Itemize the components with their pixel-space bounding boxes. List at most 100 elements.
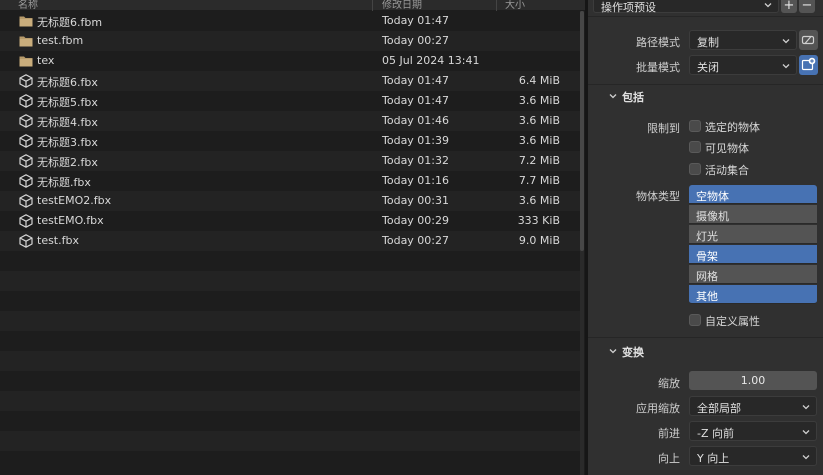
file-list-header: 名称 修改日期 大小 — [0, 0, 585, 11]
file-browser: 名称 修改日期 大小 无标题6.fbm Today 01:47 test.fbm To… — [0, 0, 585, 475]
empty-type-toggle[interactable]: 空物体 — [689, 185, 817, 204]
apply-scaling-dropdown[interactable]: 全部局部 — [689, 396, 817, 416]
include-section-header[interactable]: 包括 — [588, 86, 823, 106]
armature-type-toggle[interactable]: 骨架 — [689, 245, 817, 264]
file-row[interactable]: test.fbx Today 00:27 9.0 MiB — [0, 231, 580, 251]
scale-field[interactable]: 1.00 — [689, 371, 817, 390]
file-name: 无标题4.fbx — [37, 116, 98, 129]
apply-scaling-value: 全部局部 — [697, 402, 741, 415]
file-date: Today 00:31 — [382, 194, 450, 207]
file-row[interactable]: test.fbm Today 00:27 — [0, 31, 580, 51]
file-list-scrollbar[interactable] — [580, 11, 584, 475]
chevron-down-icon — [802, 455, 810, 460]
file-date: Today 01:32 — [382, 154, 450, 167]
file-name: 无标题5.fbx — [37, 96, 98, 109]
file-date: Today 01:47 — [382, 14, 450, 27]
up-axis-dropdown[interactable]: Y 向上 — [689, 446, 817, 466]
file-size: 7.2 MiB — [518, 154, 560, 167]
forward-axis-dropdown[interactable]: -Z 向前 — [689, 421, 817, 441]
file-date: Today 01:46 — [382, 114, 450, 127]
file-row[interactable]: 无标题3.fbx Today 01:39 3.6 MiB — [0, 131, 580, 151]
cube-icon — [18, 233, 34, 249]
file-date: Today 01:47 — [382, 74, 450, 87]
include-section-title: 包括 — [622, 91, 644, 104]
embed-icon — [801, 35, 815, 45]
add-preset-button[interactable]: + — [781, 0, 797, 13]
chevron-down-icon — [802, 405, 810, 410]
file-size: 3.6 MiB — [518, 134, 560, 147]
file-size: 3.6 MiB — [518, 114, 560, 127]
remove-preset-button[interactable]: − — [799, 0, 815, 13]
empty-row — [0, 451, 580, 471]
operator-preset-dropdown[interactable]: 操作项预设 — [593, 0, 779, 14]
file-size: 333 KiB — [517, 214, 560, 227]
forward-axis-label: 前进 — [658, 427, 680, 440]
up-axis-label: 向上 — [658, 452, 680, 465]
embed-textures-toggle[interactable] — [799, 30, 818, 50]
cube-icon — [18, 153, 34, 169]
export-settings-panel: 操作项预设 + − 路径模式 复制 批量模式 关闭 包括 限制到 选定的物体 可… — [588, 0, 823, 475]
empty-row — [0, 391, 580, 411]
batch-mode-dropdown[interactable]: 关闭 — [689, 55, 797, 75]
column-divider[interactable] — [496, 0, 497, 11]
forward-axis-value: -Z 向前 — [697, 427, 735, 440]
active-collection-checkbox[interactable] — [689, 163, 701, 175]
divider — [588, 337, 823, 338]
limit-to-label: 限制到 — [647, 122, 680, 135]
file-name: test.fbx — [37, 234, 79, 247]
empty-row — [0, 311, 580, 331]
other-type-toggle[interactable]: 其他 — [689, 285, 817, 304]
column-size-header[interactable]: 大小 — [505, 0, 525, 11]
light-type-toggle[interactable]: 灯光 — [689, 225, 817, 244]
file-row[interactable]: testEMO2.fbx Today 00:31 3.6 MiB — [0, 191, 580, 211]
column-divider[interactable] — [372, 0, 373, 11]
file-row[interactable]: 无标题.fbx Today 01:16 7.7 MiB — [0, 171, 580, 191]
file-name: 无标题3.fbx — [37, 136, 98, 149]
chevron-down-icon — [764, 3, 772, 8]
file-size: 7.7 MiB — [518, 174, 560, 187]
cube-icon — [18, 73, 34, 89]
path-mode-label: 路径模式 — [636, 36, 680, 49]
camera-type-toggle[interactable]: 摄像机 — [689, 205, 817, 224]
file-row[interactable]: testEMO.fbx Today 00:29 333 KiB — [0, 211, 580, 231]
file-date: Today 01:47 — [382, 94, 450, 107]
file-name: 无标题6.fbx — [37, 76, 98, 89]
new-collection-button[interactable] — [799, 55, 818, 75]
file-row[interactable]: 无标题4.fbx Today 01:46 3.6 MiB — [0, 111, 580, 131]
path-mode-value: 复制 — [697, 36, 719, 49]
column-name-header[interactable]: 名称 — [18, 0, 38, 11]
file-name: 无标题2.fbx — [37, 156, 98, 169]
batch-mode-value: 关闭 — [697, 61, 719, 74]
scrollbar-thumb[interactable] — [580, 11, 584, 251]
file-row[interactable]: 无标题6.fbx Today 01:47 6.4 MiB — [0, 71, 580, 91]
chevron-down-icon — [782, 64, 790, 69]
up-axis-value: Y 向上 — [697, 452, 730, 465]
file-size: 6.4 MiB — [518, 74, 560, 87]
mesh-type-toggle[interactable]: 网格 — [689, 265, 817, 284]
file-size: 3.6 MiB — [518, 194, 560, 207]
visible-objects-checkbox[interactable] — [689, 141, 701, 153]
file-date: Today 01:16 — [382, 174, 450, 187]
file-row[interactable]: tex 05 Jul 2024 13:41 — [0, 51, 580, 71]
cube-icon — [18, 173, 34, 189]
transform-section-header[interactable]: 变换 — [588, 341, 823, 361]
empty-row — [0, 331, 580, 351]
empty-row — [0, 251, 580, 271]
file-date: Today 00:27 — [382, 234, 450, 247]
custom-properties-checkbox[interactable] — [689, 314, 701, 326]
file-row[interactable]: 无标题6.fbm Today 01:47 — [0, 11, 580, 31]
cube-icon — [18, 213, 34, 229]
selected-objects-checkbox[interactable] — [689, 120, 701, 132]
column-date-header[interactable]: 修改日期 — [382, 0, 422, 11]
selected-objects-label: 选定的物体 — [705, 121, 760, 134]
path-mode-dropdown[interactable]: 复制 — [689, 30, 797, 50]
batch-mode-label: 批量模式 — [636, 61, 680, 74]
file-name: 无标题.fbx — [37, 176, 91, 189]
file-row[interactable]: 无标题5.fbx Today 01:47 3.6 MiB — [0, 91, 580, 111]
visible-objects-label: 可见物体 — [705, 142, 749, 155]
file-row[interactable]: 无标题2.fbx Today 01:32 7.2 MiB — [0, 151, 580, 171]
cube-icon — [18, 193, 34, 209]
empty-row — [0, 271, 580, 291]
operator-preset-value: 操作项预设 — [601, 1, 656, 14]
folder-add-icon — [801, 57, 816, 71]
